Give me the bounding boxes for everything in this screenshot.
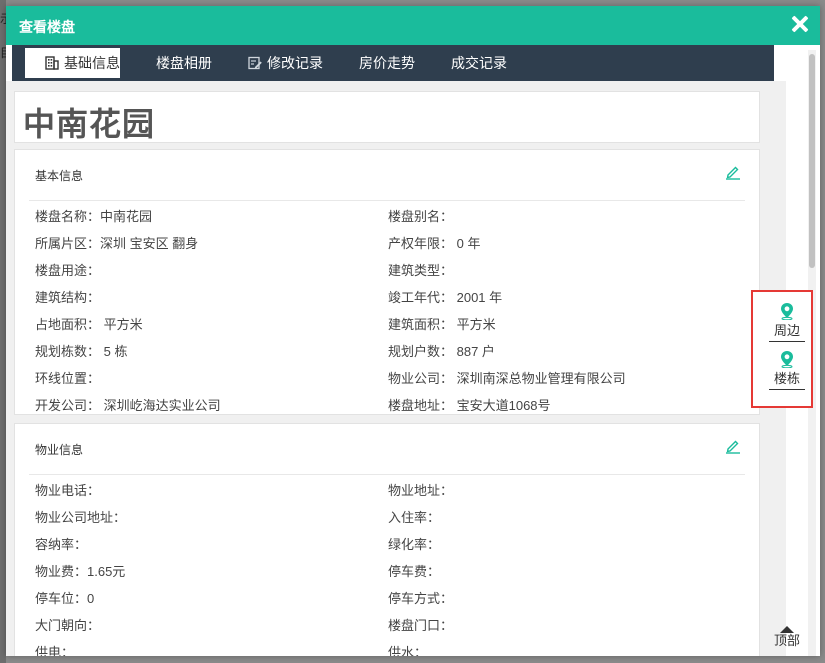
info-field: 建筑面积： 平方米: [388, 317, 496, 332]
info-field: 楼盘门口：: [388, 618, 454, 633]
info-field: 所属片区：深圳 宝安区 翻身: [35, 236, 199, 251]
tab-label: 修改记录: [267, 55, 323, 71]
view-estate-dialog: 查看楼盘 基础信息 楼盘相册 修改记录 房价走势 成交记录 中南花园 基本信息 …: [6, 6, 820, 656]
info-field: 规划户数： 887 户: [388, 344, 495, 359]
arrow-up-icon: [780, 626, 794, 633]
dialog-header: 查看楼盘: [6, 6, 820, 45]
info-field: 环线位置：: [35, 371, 101, 386]
info-field: 大门朝向：: [35, 618, 101, 633]
tab-label: 成交记录: [451, 55, 507, 71]
nearby-button[interactable]: 周边: [769, 302, 805, 352]
tab-edit-history[interactable]: 修改记录: [248, 45, 323, 81]
info-field: 停车位：0: [35, 591, 95, 606]
info-field: 供水：: [388, 645, 428, 656]
info-field: 楼盘别名：: [388, 209, 454, 224]
info-field: 产权年限： 0 年: [388, 236, 481, 251]
dialog-content: 中南花园 基本信息 楼盘名称：中南花园 楼盘别名： 所属片区：深圳 宝安区 翻身…: [6, 81, 786, 656]
tab-transactions[interactable]: 成交记录: [451, 45, 507, 81]
info-field: 物业电话：: [35, 483, 101, 498]
estate-name: 中南花园: [23, 106, 156, 142]
divider: [29, 474, 745, 475]
pencil-icon[interactable]: [725, 164, 741, 180]
dialog-title: 查看楼盘: [19, 19, 75, 35]
info-field: 绿化率：: [388, 537, 441, 552]
card-title: 基本信息: [35, 169, 84, 183]
info-field: 竣工年代： 2001 年: [388, 290, 503, 305]
info-field: 规划栋数： 5 栋: [35, 344, 128, 359]
info-field: 入住率：: [388, 510, 441, 525]
info-field: 建筑类型：: [388, 263, 454, 278]
location-pin-icon: [781, 303, 793, 320]
info-field: 停车方式：: [388, 591, 454, 606]
close-icon[interactable]: [791, 15, 809, 33]
info-field: 停车费：: [388, 564, 441, 579]
info-field: 开发公司： 深圳屹海达实业公司: [35, 398, 221, 413]
scrollbar-thumb[interactable]: [809, 54, 815, 268]
info-field: 物业公司： 深圳南深总物业管理有限公司: [388, 371, 626, 386]
info-field: 楼盘名称：中南花园: [35, 209, 153, 224]
info-field: 物业费：1.65元: [35, 564, 126, 579]
tab-label: 楼盘相册: [156, 55, 212, 71]
tab-album[interactable]: 楼盘相册: [156, 45, 212, 81]
info-field: 建筑结构：: [35, 290, 101, 305]
info-field: 物业地址：: [388, 483, 454, 498]
back-to-top-label: 顶部: [773, 633, 800, 648]
pencil-icon[interactable]: [725, 438, 741, 454]
info-field: 楼盘地址： 宝安大道1068号: [388, 398, 551, 413]
tab-label: 基础信息: [64, 55, 120, 71]
info-field: 供电：: [35, 645, 75, 656]
property-info-card: 物业信息 物业电话： 物业地址： 物业公司地址： 入住率： 容纳率： 绿化率： …: [14, 423, 760, 656]
info-field: 容纳率：: [35, 537, 88, 552]
nearby-label: 周边: [769, 323, 805, 342]
edit-note-icon: [248, 57, 262, 70]
info-field: 物业公司地址：: [35, 510, 127, 525]
card-title: 物业信息: [35, 443, 84, 457]
tab-basic-info[interactable]: 基础信息: [25, 48, 120, 81]
divider: [29, 200, 745, 201]
buildings-label: 楼栋: [769, 371, 805, 390]
tab-label: 房价走势: [359, 55, 415, 71]
basic-info-card: 基本信息 楼盘名称：中南花园 楼盘别名： 所属片区：深圳 宝安区 翻身 产权年限…: [14, 149, 760, 415]
side-toolbar: 周边 楼栋: [751, 290, 813, 408]
location-pin-icon: [781, 351, 793, 368]
info-field: 占地面积： 平方米: [35, 317, 143, 332]
info-field: 楼盘用途：: [35, 263, 101, 278]
back-to-top-button[interactable]: 顶部: [770, 626, 804, 656]
building-icon: [45, 56, 59, 70]
tab-price-trend[interactable]: 房价走势: [359, 45, 415, 81]
tab-bar: 基础信息 楼盘相册 修改记录 房价走势 成交记录: [12, 45, 774, 81]
estate-title-card: 中南花园: [14, 91, 760, 143]
buildings-button[interactable]: 楼栋: [769, 350, 805, 400]
